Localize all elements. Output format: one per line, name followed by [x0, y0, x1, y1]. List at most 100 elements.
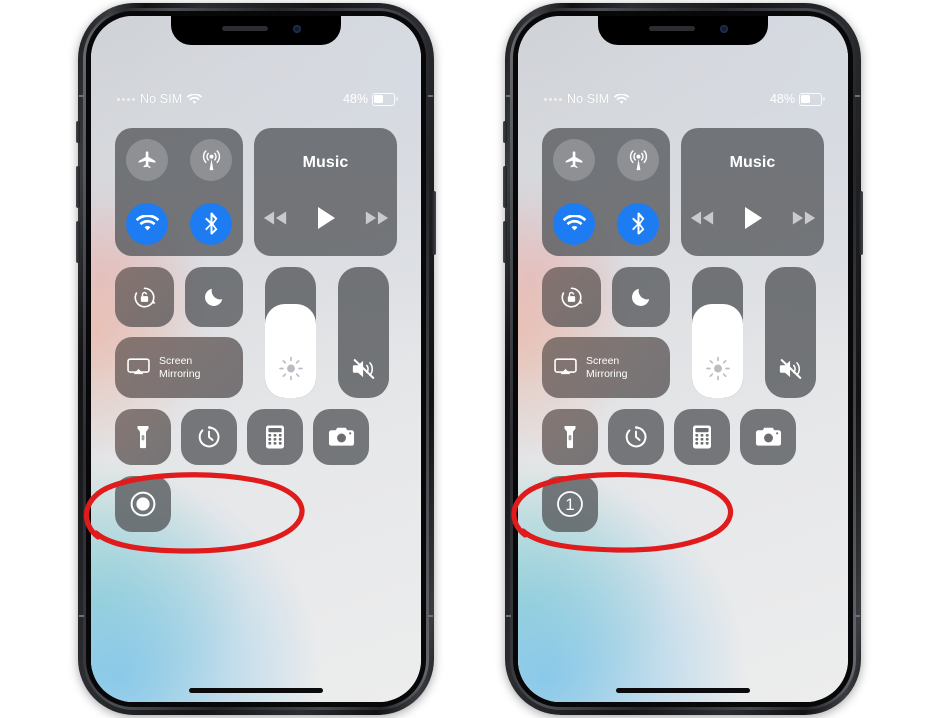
phone-screen: No SIM 48%	[91, 16, 421, 702]
antenna-line	[855, 95, 860, 97]
antenna-line	[79, 95, 84, 97]
screen-mirroring-button[interactable]: Screen Mirroring	[542, 337, 670, 398]
mute-speaker-icon	[778, 357, 804, 381]
rotation-lock-button[interactable]	[542, 267, 601, 327]
brightness-slider[interactable]	[265, 267, 316, 398]
status-bar: No SIM 48%	[518, 90, 848, 108]
countdown-ring-icon	[557, 491, 583, 517]
front-camera	[293, 25, 301, 33]
do-not-disturb-button[interactable]	[611, 267, 670, 327]
flashlight-icon	[564, 426, 576, 449]
phone-screen: No SIM 48%	[518, 16, 848, 702]
signal-dots-icon	[117, 97, 135, 101]
battery-icon	[799, 92, 825, 106]
flashlight-button[interactable]	[115, 409, 171, 465]
cellular-data-toggle[interactable]	[190, 139, 232, 181]
wifi-toggle[interactable]	[126, 203, 168, 245]
bluetooth-toggle[interactable]	[190, 203, 232, 245]
antenna-line	[428, 95, 433, 97]
cc-row-record: 1	[542, 476, 824, 532]
battery-icon	[372, 92, 398, 106]
play-button[interactable]	[743, 206, 763, 230]
cc-row-utilities: Screen Mirroring	[542, 267, 824, 398]
airplane-icon	[138, 150, 155, 168]
music-controls	[262, 206, 390, 230]
cc-row-connectivity-music: Music	[115, 128, 397, 256]
screen-mirroring-label: Screen Mirroring	[586, 355, 628, 380]
home-indicator	[616, 688, 750, 693]
calculator-button[interactable]	[674, 409, 730, 465]
side-power-button[interactable]	[859, 191, 863, 255]
airplane-mode-toggle[interactable]	[553, 139, 595, 181]
antenna-line	[506, 615, 511, 617]
utilities-left-column: Screen Mirroring	[115, 267, 243, 398]
moon-icon	[631, 288, 649, 306]
do-not-disturb-button[interactable]	[184, 267, 243, 327]
phone-left: No SIM 48% Music Screen Mirroring	[76, 3, 436, 715]
volume-slider[interactable]	[765, 267, 816, 398]
antenna-line	[79, 615, 84, 617]
airplane-icon	[565, 150, 582, 168]
screen-mirroring-button[interactable]: Screen Mirroring	[115, 337, 243, 398]
screen-record-button[interactable]	[115, 476, 171, 532]
mute-speaker-icon	[351, 357, 377, 381]
utilities-left-column: Screen Mirroring	[542, 267, 670, 398]
camera-button[interactable]	[313, 409, 369, 465]
cc-row-record	[115, 476, 397, 532]
volume-down-button[interactable]	[503, 221, 507, 263]
volume-up-button[interactable]	[76, 166, 80, 208]
volume-up-button[interactable]	[503, 166, 507, 208]
battery-percent-label: 48%	[769, 92, 795, 106]
airplay-icon	[554, 358, 577, 375]
music-widget[interactable]: Music	[254, 128, 397, 256]
wifi-toggle[interactable]	[553, 203, 595, 245]
next-track-button[interactable]	[791, 210, 817, 226]
earpiece-speaker	[649, 26, 695, 31]
cc-row-shortcuts	[542, 409, 824, 465]
wifi-icon	[187, 93, 203, 105]
calculator-icon	[693, 425, 711, 449]
previous-track-button[interactable]	[689, 210, 715, 226]
rotation-lock-icon	[561, 286, 583, 308]
screen-record-button[interactable]: 1	[542, 476, 598, 532]
music-widget[interactable]: Music	[681, 128, 824, 256]
flashlight-button[interactable]	[542, 409, 598, 465]
carrier-label: No SIM	[140, 92, 183, 106]
status-bar: No SIM 48%	[91, 90, 421, 108]
bluetooth-icon	[631, 212, 644, 235]
connectivity-tile	[542, 128, 670, 256]
timer-button[interactable]	[181, 409, 237, 465]
brightness-slider[interactable]	[692, 267, 743, 398]
display-notch	[598, 16, 768, 45]
wifi-icon	[135, 215, 159, 231]
calculator-button[interactable]	[247, 409, 303, 465]
mute-switch[interactable]	[76, 121, 80, 143]
timer-icon	[198, 426, 220, 448]
rotation-lock-icon	[134, 286, 156, 308]
rotation-lock-button[interactable]	[115, 267, 174, 327]
bluetooth-toggle[interactable]	[617, 203, 659, 245]
airplane-mode-toggle[interactable]	[126, 139, 168, 181]
antenna-line	[428, 615, 433, 617]
signal-dots-icon	[544, 97, 562, 101]
camera-button[interactable]	[740, 409, 796, 465]
cellular-data-toggle[interactable]	[617, 139, 659, 181]
next-track-button[interactable]	[364, 210, 390, 226]
calculator-icon	[266, 425, 284, 449]
volume-slider[interactable]	[338, 267, 389, 398]
brightness-fill	[265, 303, 316, 398]
cc-row-connectivity-music: Music	[542, 128, 824, 256]
volume-down-button[interactable]	[76, 221, 80, 263]
mute-switch[interactable]	[503, 121, 507, 143]
antenna-line	[855, 615, 860, 617]
moon-icon	[204, 288, 222, 306]
timer-button[interactable]	[608, 409, 664, 465]
sun-icon	[278, 356, 303, 381]
display-notch	[171, 16, 341, 45]
airplay-icon	[127, 358, 150, 375]
play-button[interactable]	[316, 206, 336, 230]
flashlight-icon	[137, 426, 149, 449]
previous-track-button[interactable]	[262, 210, 288, 226]
side-power-button[interactable]	[432, 191, 436, 255]
cellular-antenna-icon	[202, 149, 220, 170]
